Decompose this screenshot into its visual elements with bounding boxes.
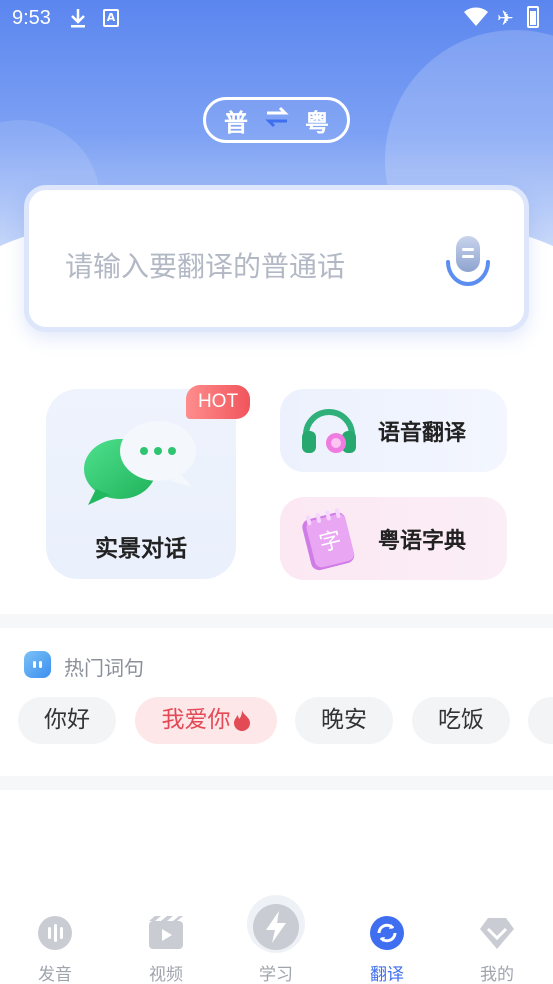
airplane-icon: ✈ [497,6,514,30]
video-icon [121,915,211,955]
hot-phrases-icon [24,651,51,678]
voice-translate-card[interactable]: 语音翻译 [280,389,507,472]
lightning-icon [231,903,321,955]
translate-input-card[interactable]: 请输入要翻译的普通话 [24,185,529,332]
diamond-icon [452,915,542,955]
download-icon [68,7,88,34]
tab-label: 翻译 [370,965,404,984]
phrase-chip[interactable]: 晚安 [295,697,393,744]
phrase-chip[interactable]: 你好 [18,697,116,744]
scene-dialog-label: 实景对话 [95,536,187,562]
swap-arrows-icon [264,105,290,135]
phrase-chip-hot[interactable]: 我爱你 [135,697,277,744]
status-bar: 9:53 A ✈ [0,0,553,38]
cantonese-dictionary-card[interactable]: 字 粤语字典 [280,497,507,580]
status-time: 9:53 [12,7,51,29]
hot-phrases-title: 热门词句 [64,656,144,680]
pronunciation-icon [10,915,100,955]
phrase-chip-partial[interactable] [528,697,553,744]
headphones-icon [298,399,360,465]
source-language: 普 [224,108,248,137]
dictionary-book-icon: 字 [298,507,360,577]
target-language: 粤 [305,108,329,137]
translate-refresh-icon [342,915,432,955]
phrase-chip[interactable]: 吃饭 [412,697,510,744]
battery-icon [527,6,539,28]
section-divider [0,776,553,790]
cantonese-dictionary-label: 粤语字典 [378,529,467,554]
tab-profile[interactable]: 我的 [452,915,542,984]
tab-video[interactable]: 视频 [121,915,211,984]
language-switch-button[interactable]: 普 粤 [203,97,350,143]
tab-pronunciation[interactable]: 发音 [10,915,100,984]
chat-bubbles-icon [82,417,202,521]
tab-label: 我的 [480,965,514,984]
wifi-icon [464,7,488,32]
hot-badge: HOT [186,385,250,419]
microphone-icon[interactable] [443,234,493,292]
section-divider [0,614,553,628]
tab-translate[interactable]: 翻译 [342,915,432,984]
voice-translate-label: 语音翻译 [378,421,467,446]
flame-icon [231,707,251,733]
hot-phrases-list: 你好 我爱你 晚安 吃饭 [18,697,553,745]
keyboard-a-icon: A [103,9,119,27]
tab-label: 学习 [259,965,293,984]
bottom-tab-bar: 发音 视频 学习 翻译 我的 [0,895,553,984]
translate-input-placeholder[interactable]: 请输入要翻译的普通话 [65,245,345,285]
tab-learn[interactable]: 学习 [231,903,321,984]
phrase-chip-label: 我爱你 [161,707,231,733]
tab-label: 发音 [38,965,72,984]
tab-label: 视频 [149,965,183,984]
